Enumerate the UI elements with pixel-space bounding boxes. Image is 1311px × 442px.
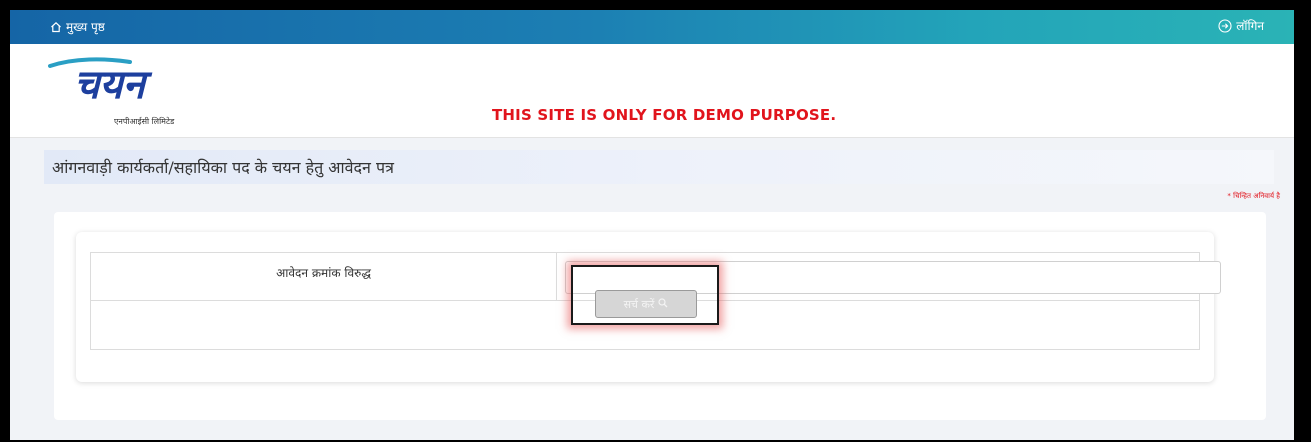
search-button[interactable]: सर्च करें (595, 290, 697, 318)
top-bar: मुख्य पृष्ठ लॉगिन (10, 10, 1294, 44)
required-fields-note: * चिन्हित अनिवार्य है (1227, 192, 1280, 200)
site-header: चयन एनपीआईसी लिमिटेड THIS SITE IS ONLY F… (10, 44, 1294, 138)
page-title: आंगनवाड़ी कार्यकर्ता/सहायिका पद के चयन ह… (44, 150, 1274, 184)
logo-subtitle: एनपीआईसी लिमिटेड (114, 117, 175, 126)
login-icon (1218, 18, 1232, 33)
login-link-label: लॉगिन (1236, 19, 1264, 33)
svg-text:चयन: चयन (74, 62, 153, 108)
login-link[interactable]: लॉगिन (1218, 17, 1264, 34)
home-icon (50, 21, 62, 33)
demo-notice: THIS SITE IS ONLY FOR DEMO PURPOSE. (492, 106, 837, 124)
home-link[interactable]: मुख्य पृष्ठ (50, 18, 105, 35)
form-card: आवेदन क्रमांक विरुद्ध सर्च करें (76, 232, 1221, 382)
main-content: आंगनवाड़ी कार्यकर्ता/सहायिका पद के चयन ह… (10, 138, 1294, 440)
logo-wordmark: चयन (48, 57, 153, 108)
site-logo[interactable]: चयन एनपीआईसी लिमिटेड (44, 52, 214, 126)
home-link-label: मुख्य पृष्ठ (66, 20, 105, 34)
page-frame: मुख्य पृष्ठ लॉगिन चयन एनपीआईसी लिमिटेड T… (10, 10, 1294, 440)
application-number-label: आवेदन क्रमांक विरुद्ध (91, 253, 557, 301)
search-button-label: सर्च करें (623, 297, 655, 311)
search-icon (658, 297, 668, 311)
form-container: आवेदन क्रमांक विरुद्ध सर्च करें (54, 212, 1266, 420)
